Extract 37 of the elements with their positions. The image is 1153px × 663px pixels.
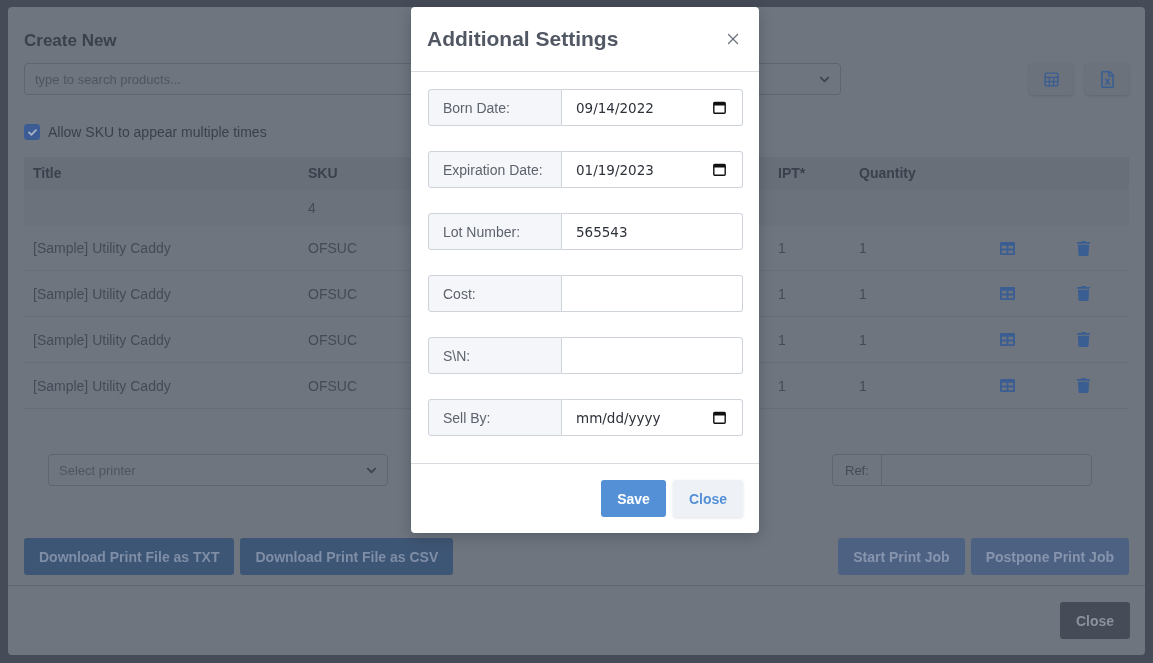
trash-icon[interactable] bbox=[1076, 240, 1091, 256]
input-field[interactable] bbox=[562, 275, 743, 312]
excel-file-icon bbox=[1098, 70, 1116, 88]
field-label: Lot Number: bbox=[428, 213, 562, 250]
trash-icon[interactable] bbox=[1076, 286, 1091, 301]
field-label: Expiration Date: bbox=[428, 151, 562, 188]
table-icon[interactable] bbox=[1000, 240, 1015, 256]
spreadsheet-upload-button[interactable] bbox=[1029, 63, 1073, 95]
input-field[interactable] bbox=[562, 337, 743, 374]
check-icon bbox=[27, 127, 37, 137]
close-button[interactable]: Close bbox=[672, 480, 743, 517]
field-label: S\N: bbox=[428, 337, 562, 374]
table-icon[interactable] bbox=[1000, 286, 1015, 301]
field-label: Sell By: bbox=[428, 399, 562, 436]
date-field[interactable]: 01/19/2023 bbox=[562, 151, 743, 188]
calendar-icon[interactable] bbox=[713, 163, 726, 176]
excel-file-button[interactable] bbox=[1085, 63, 1129, 95]
print-job-button[interactable]: Start Print Job bbox=[838, 538, 965, 575]
calendar-icon[interactable] bbox=[713, 101, 726, 114]
table-icon[interactable] bbox=[1000, 332, 1015, 347]
download-button[interactable]: Download Print File as CSV bbox=[240, 538, 454, 575]
input-field[interactable]: 565543 bbox=[562, 213, 743, 250]
download-button[interactable]: Download Print File as TXT bbox=[24, 538, 235, 575]
calendar-icon[interactable] bbox=[713, 411, 726, 424]
trash-icon[interactable] bbox=[1076, 332, 1091, 347]
dialog-title: Additional Settings bbox=[427, 27, 619, 51]
trash-icon[interactable] bbox=[1076, 378, 1091, 393]
date-field[interactable]: mm/dd/yyyy bbox=[562, 399, 743, 436]
save-button[interactable]: Save bbox=[601, 480, 666, 517]
close-button[interactable]: Close bbox=[1059, 602, 1130, 639]
spreadsheet-icon bbox=[1042, 70, 1060, 88]
checkbox[interactable] bbox=[24, 124, 40, 140]
field-label: Cost: bbox=[428, 275, 562, 312]
table-icon[interactable] bbox=[1000, 378, 1015, 393]
date-field[interactable]: 09/14/2022 bbox=[562, 89, 743, 126]
print-job-button[interactable]: Postpone Print Job bbox=[970, 538, 1129, 575]
field-label: Born Date: bbox=[428, 89, 562, 126]
